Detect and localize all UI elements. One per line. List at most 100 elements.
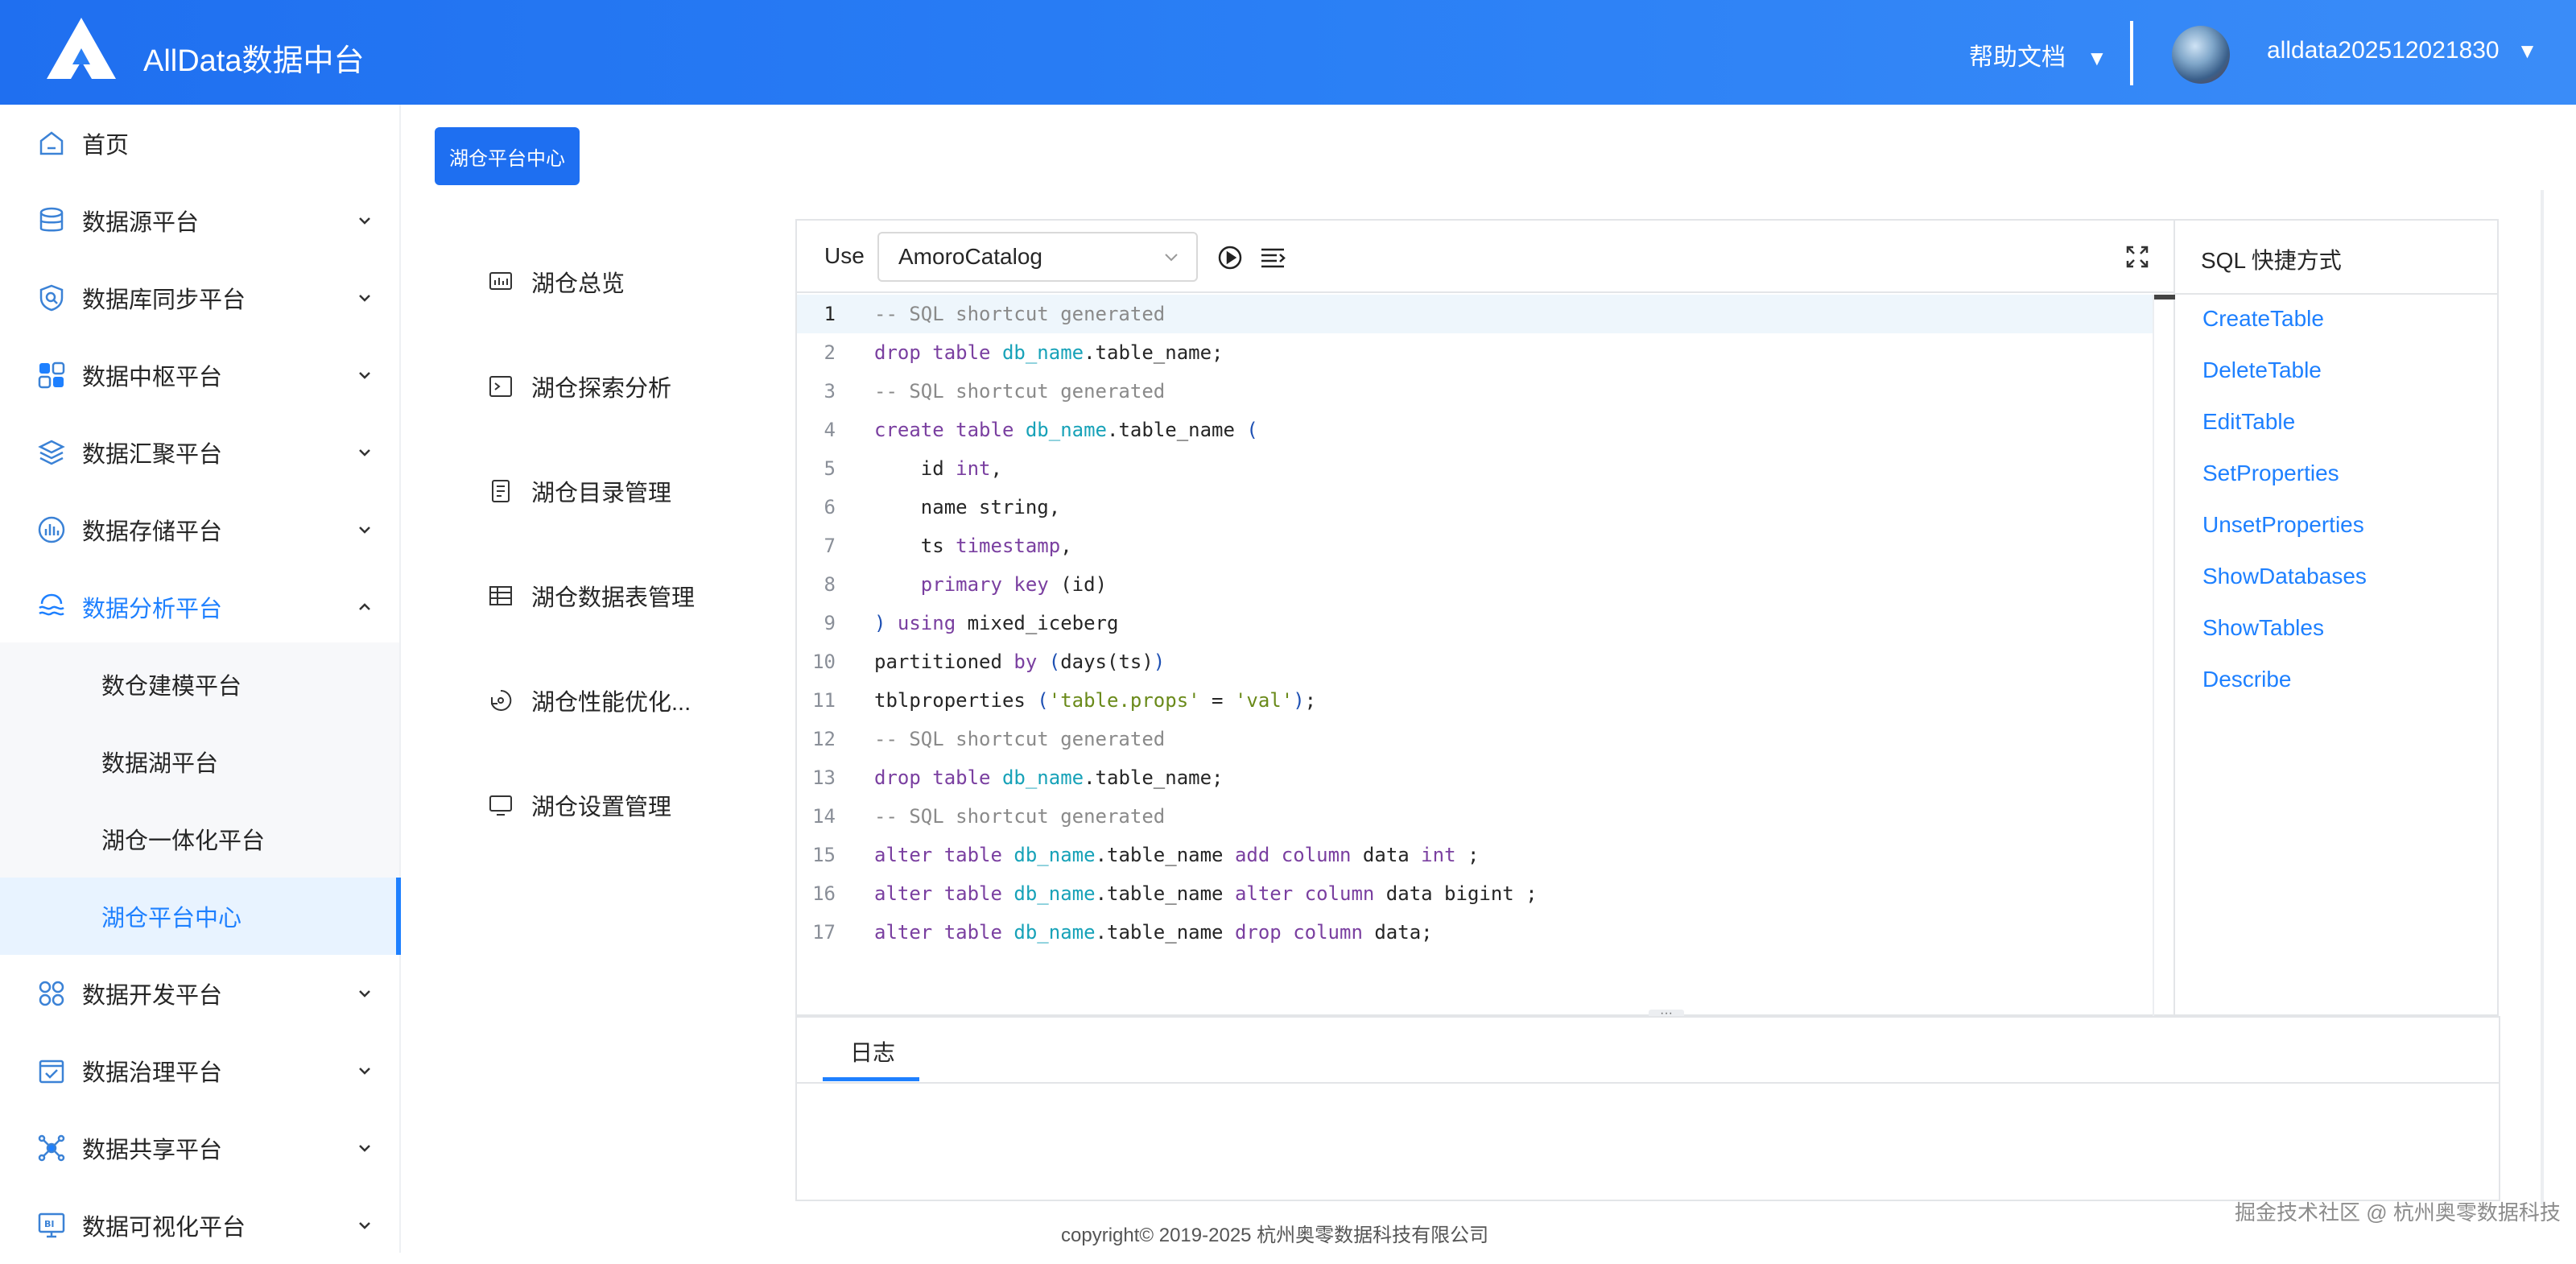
sidebar-item-data-dev[interactable]: 数据开发平台 [0, 955, 399, 1032]
code-line: 11 tblproperties ('table.props' = 'val'); [797, 681, 2153, 720]
chevron-up-icon [359, 603, 370, 610]
home-icon [39, 131, 64, 155]
editor-scrollbar[interactable] [2153, 295, 2177, 1016]
sidebar-item-label: 数据开发平台 [82, 983, 223, 1009]
sql-shortcuts-panel: SQL 快捷方式 CreateTable DeleteTable EditTab… [2175, 219, 2499, 1016]
sidebar-subitem-lakehouse-integration[interactable]: 湖仓一体化平台 [0, 800, 399, 878]
subnav-table-management[interactable]: 湖仓数据表管理 [488, 572, 695, 620]
terminal-icon [489, 376, 512, 397]
editor-toolbar: Use AmoroCatalog [797, 221, 2175, 293]
sidebar-subitem-warehouse-modeling[interactable]: 数仓建模平台 [0, 646, 399, 723]
chevron-down-icon [359, 1068, 370, 1075]
subnav-overview[interactable]: 湖仓总览 [488, 258, 625, 306]
shortcut-describe[interactable]: Describe [2202, 667, 2291, 692]
line-number: 16 [812, 882, 836, 905]
share-network-icon [38, 1134, 65, 1162]
shortcut-unset-properties[interactable]: UnsetProperties [2202, 512, 2364, 538]
line-number: 4 [824, 419, 836, 441]
editor-scrollbar-thumb[interactable] [2154, 295, 2177, 299]
sidebar-item-data-governance[interactable]: 数据治理平台 [0, 1032, 399, 1109]
subnav-catalog-management[interactable]: 湖仓目录管理 [488, 467, 671, 515]
sidebar-item-label: 数据可视化平台 [82, 1215, 246, 1241]
shortcut-show-tables[interactable]: ShowTables [2202, 615, 2324, 641]
top-header: AllData数据中台 帮助文档 ▼ alldata202512021830 ▼ [0, 0, 2576, 105]
shortcut-edit-table[interactable]: EditTable [2202, 409, 2295, 435]
caret-down-icon: ▼ [2516, 39, 2538, 63]
shortcut-set-properties[interactable]: SetProperties [2202, 461, 2339, 486]
sidebar-subitem-lakehouse-center[interactable]: 湖仓平台中心 [0, 878, 401, 955]
code-line: 8 primary key (id) [797, 565, 2153, 604]
code-editor[interactable]: 1 -- SQL shortcut generated 2 drop table d… [797, 295, 2153, 1016]
code-line: 7 ts timestamp, [797, 527, 2153, 565]
fullscreen-icon[interactable] [2125, 245, 2149, 269]
subnav-performance-optimization[interactable]: 湖仓性能优化... [488, 676, 691, 725]
line-number: 12 [812, 728, 836, 750]
chevron-down-icon [359, 527, 370, 534]
help-docs-menu[interactable]: 帮助文档 ▼ [1969, 37, 2107, 72]
chevron-down-icon [359, 1222, 370, 1229]
subnav-label: 湖仓数据表管理 [531, 585, 696, 611]
sidebar-item-datasource[interactable]: 数据源平台 [0, 182, 399, 259]
analysis-waves-icon [39, 593, 64, 616]
code-line: 15 alter table db_name.table_name add col… [797, 836, 2153, 874]
username-label: alldata202512021830 [2267, 37, 2500, 64]
sidebar-item-label: 数据库同步平台 [82, 287, 246, 313]
run-play-icon[interactable] [1217, 245, 1243, 271]
code-line: 5 id int, [797, 449, 2153, 488]
code-line: 16 alter table db_name.table_name alter c… [797, 874, 2153, 913]
subnav-label: 湖仓设置管理 [531, 795, 672, 820]
sidebar-item-data-analysis[interactable]: 数据分析平台 [0, 568, 399, 646]
subnav-label: 湖仓探索分析 [531, 376, 672, 402]
caret-down-icon: ▼ [2087, 46, 2107, 70]
shortcut-show-databases[interactable]: ShowDatabases [2202, 564, 2367, 589]
chevron-down-icon [359, 990, 370, 998]
page-scrollbar[interactable] [2541, 190, 2544, 1204]
subnav-explore-analysis[interactable]: 湖仓探索分析 [488, 362, 671, 411]
table-icon [489, 586, 512, 605]
chevron-down-icon [1165, 254, 1178, 262]
sidebar-item-label: 数据源平台 [82, 210, 200, 236]
sql-editor-panel: Use AmoroCatalog 1 -- SQL shortcut genera… [795, 219, 2177, 1016]
line-number: 2 [824, 341, 836, 364]
code-line: 3 -- SQL shortcut generated [797, 372, 2153, 411]
governance-check-icon [39, 1060, 64, 1084]
sidebar-item-label: 数据治理平台 [82, 1060, 223, 1086]
format-code-icon[interactable] [1259, 245, 1286, 271]
header-divider [2130, 21, 2133, 85]
sidebar-item-data-share[interactable]: 数据共享平台 [0, 1109, 399, 1187]
line-number: 17 [812, 921, 836, 944]
line-number: 5 [824, 457, 836, 480]
subnav-label: 湖仓性能优化... [531, 690, 691, 716]
alldata-logo-icon[interactable] [45, 16, 118, 81]
sidebar-item-data-aggregation[interactable]: 数据汇聚平台 [0, 414, 399, 491]
bi-screen-icon: BI [38, 1212, 65, 1238]
avatar[interactable] [2172, 26, 2230, 84]
code-line: 14 -- SQL shortcut generated [797, 797, 2153, 836]
code-line: 1 -- SQL shortcut generated [797, 295, 2153, 333]
code-line: 6 name string, [797, 488, 2153, 527]
shortcut-delete-table[interactable]: DeleteTable [2202, 357, 2322, 383]
sidebar-subitem-data-lake[interactable]: 数据湖平台 [0, 723, 399, 800]
monitor-icon [489, 795, 512, 816]
sidebar-item-data-hub[interactable]: 数据中枢平台 [0, 337, 399, 414]
shortcuts-divider [2175, 293, 2497, 295]
subnav-settings-management[interactable]: 湖仓设置管理 [488, 781, 671, 829]
sidebar-item-label: 数据共享平台 [82, 1138, 223, 1163]
sidebar-item-home[interactable]: 首页 [0, 105, 399, 182]
subnav-label: 湖仓总览 [531, 271, 625, 297]
lakehouse-center-tag-button[interactable]: 湖仓平台中心 [435, 127, 580, 185]
catalog-select[interactable]: AmoroCatalog [877, 232, 1198, 282]
active-tab-indicator [823, 1077, 919, 1081]
user-menu[interactable]: alldata202512021830 ▼ [2267, 37, 2537, 64]
sidebar-subitem-label: 湖仓平台中心 [101, 906, 242, 931]
line-number: 11 [812, 689, 836, 712]
shortcut-create-table[interactable]: CreateTable [2202, 306, 2324, 332]
sidebar-item-data-storage[interactable]: 数据存储平台 [0, 491, 399, 568]
dev-clusters-icon [39, 981, 64, 1006]
tab-log[interactable]: 日志 [850, 1035, 895, 1068]
sidebar-item-db-sync[interactable]: 数据库同步平台 [0, 259, 399, 337]
code-line: 10 partitioned by (days(ts)) [797, 642, 2153, 681]
line-number: 14 [812, 805, 836, 828]
code-line: 13 drop table db_name.table_name; [797, 758, 2153, 797]
layers-icon [38, 440, 65, 465]
